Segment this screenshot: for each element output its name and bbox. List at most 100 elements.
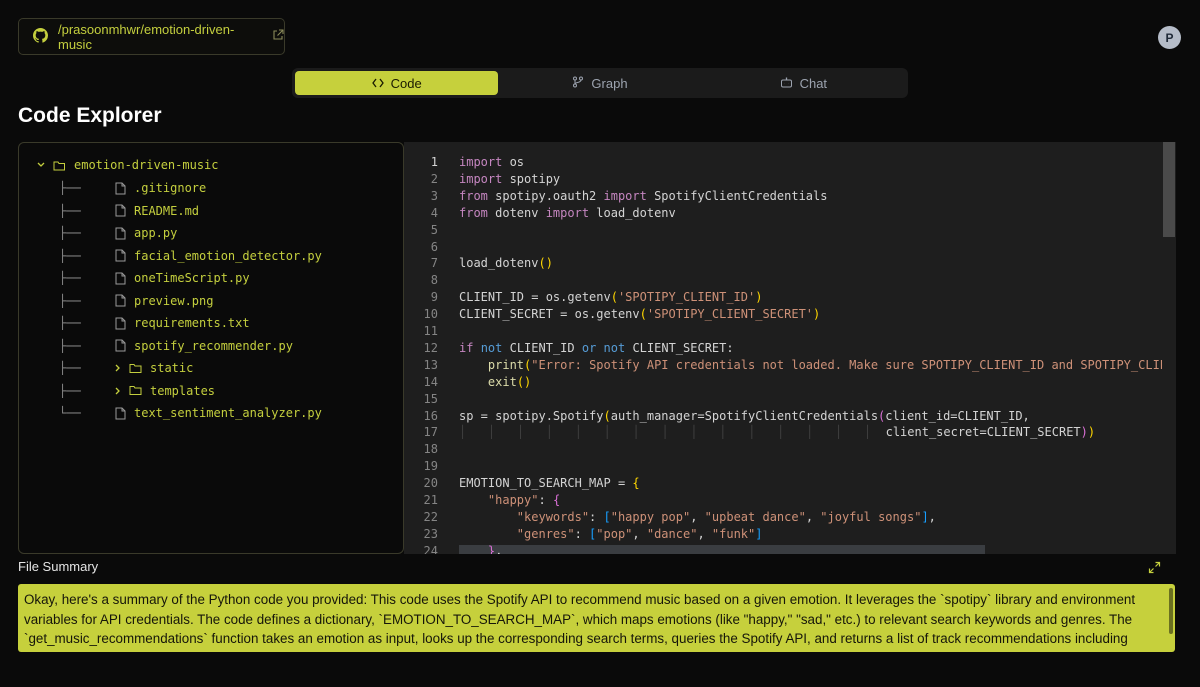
code-line: 21 "happy": { bbox=[404, 492, 1176, 509]
code-icon bbox=[371, 76, 384, 91]
tree-file-item[interactable]: └── text_sentiment_analyzer.py bbox=[59, 403, 322, 423]
code-line: 1 import os bbox=[404, 154, 1176, 171]
code-line: 4 from dotenv import load_dotenv bbox=[404, 205, 1176, 222]
tree-item-label: static bbox=[150, 361, 194, 375]
line-number: 16 bbox=[423, 408, 438, 423]
code-line: 9 CLIENT_ID = os.getenv('SPOTIPY_CLIENT_I… bbox=[404, 289, 1176, 306]
code-line: 11 bbox=[404, 323, 1176, 340]
code-line: 16 sp = spotipy.Spotify(auth_manager=Spot… bbox=[404, 408, 1176, 425]
code-text: CLIENT_ID = os.getenv('SPOTIPY_CLIENT_ID… bbox=[459, 290, 763, 305]
expand-icon[interactable] bbox=[1148, 561, 1161, 579]
tree-branch-glyph: ├── bbox=[59, 316, 81, 330]
repo-link[interactable]: /prasoonmhwr/emotion-driven-music bbox=[18, 18, 285, 55]
line-number: 14 bbox=[423, 374, 438, 389]
code-line: 23 "genres": ["pop", "dance", "funk"] bbox=[404, 526, 1176, 543]
code-line: 6 bbox=[404, 239, 1176, 256]
code-text: from dotenv import load_dotenv bbox=[459, 205, 676, 220]
tree-file-item[interactable]: ├── README.md bbox=[59, 201, 199, 221]
line-number: 22 bbox=[423, 509, 438, 524]
code-text: CLIENT_SECRET = os.getenv('SPOTIPY_CLIEN… bbox=[459, 307, 821, 322]
line-number: 21 bbox=[423, 493, 438, 507]
line-number: 7 bbox=[430, 256, 438, 271]
line-number: 15 bbox=[423, 391, 438, 406]
code-text: "keywords": ["happy pop", "upbeat dance"… bbox=[516, 509, 936, 524]
graph-icon bbox=[572, 76, 584, 91]
avatar[interactable]: P bbox=[1158, 26, 1181, 49]
github-icon bbox=[33, 27, 49, 46]
external-link-icon bbox=[272, 29, 284, 44]
tree-file-item[interactable]: ├── requirements.txt bbox=[59, 313, 250, 333]
tree-file-item[interactable]: ├── .gitignore bbox=[59, 178, 206, 198]
code-line: 12 if not CLIENT_ID or not CLIENT_SECRET: bbox=[404, 340, 1176, 357]
tree-file-item[interactable]: ├── spotify_recommender.py bbox=[59, 336, 293, 356]
code-text: import spotipy bbox=[459, 171, 561, 186]
summary-label: File Summary bbox=[18, 559, 99, 574]
tree-item-label: oneTimeScript.py bbox=[134, 271, 250, 285]
code-text: print("Error: Spotify API credentials no… bbox=[487, 357, 1176, 372]
tree-branch-glyph: ├── bbox=[59, 361, 81, 375]
tree-file-item[interactable]: ├── oneTimeScript.py bbox=[59, 268, 250, 288]
folder-open-icon bbox=[53, 160, 66, 171]
tree-item-label: README.md bbox=[134, 203, 200, 218]
tab-code[interactable]: Code bbox=[295, 71, 499, 95]
code-text: "happy": { bbox=[487, 493, 561, 507]
tree-item-label: preview.png bbox=[134, 293, 214, 308]
code-line: 22 "keywords": ["happy pop", "upbeat dan… bbox=[404, 509, 1176, 526]
file-icon bbox=[115, 227, 126, 240]
line-number: 9 bbox=[430, 290, 438, 305]
code-line: 2 import spotipy bbox=[404, 171, 1176, 188]
line-number: 3 bbox=[430, 188, 438, 203]
tree-file-item[interactable]: ├── facial_emotion_detector.py bbox=[59, 246, 322, 266]
folder-icon bbox=[129, 363, 142, 374]
tree-root-folder[interactable]: emotion-driven-music bbox=[37, 155, 219, 175]
line-number: 8 bbox=[430, 273, 438, 288]
tree-folder-item[interactable]: ├── templates bbox=[59, 381, 215, 401]
line-number: 2 bbox=[430, 171, 438, 186]
tree-item-label: text_sentiment_analyzer.py bbox=[134, 406, 322, 420]
code-text: import os bbox=[459, 155, 525, 169]
tab-chat[interactable]: Chat bbox=[702, 71, 905, 95]
code-line: 3 from spotipy.oauth2 import SpotifyClien… bbox=[404, 188, 1176, 205]
file-icon bbox=[115, 204, 126, 217]
tree-folder-item[interactable]: ├── static bbox=[59, 358, 193, 378]
code-line: 18 bbox=[404, 441, 1176, 458]
page-title: Code Explorer bbox=[18, 104, 162, 127]
code-line: 14 exit() bbox=[404, 374, 1176, 391]
tree-branch-glyph: ├── bbox=[59, 383, 81, 398]
tree-item-label: requirements.txt bbox=[134, 316, 250, 330]
tree-file-item[interactable]: ├── preview.png bbox=[59, 291, 213, 311]
file-icon bbox=[115, 317, 126, 330]
code-line: 8 bbox=[404, 272, 1176, 289]
tab-graph-label: Graph bbox=[591, 75, 628, 91]
tree-item-label: app.py bbox=[134, 226, 178, 240]
tree-root-label: emotion-driven-music bbox=[74, 158, 219, 172]
tab-chat-label: Chat bbox=[799, 75, 828, 91]
code-line: 17 │ │ │ │ │ │ │ │ │ │ │ │ │ │ │ client_s… bbox=[404, 424, 1176, 441]
tree-branch-glyph: ├── bbox=[59, 293, 81, 308]
tree-file-item[interactable]: ├── app.py bbox=[59, 223, 177, 243]
line-number: 17 bbox=[423, 425, 438, 440]
tab-graph[interactable]: Graph bbox=[498, 71, 701, 95]
summary-text: Okay, here's a summary of the Python cod… bbox=[18, 584, 1175, 652]
summary-scrollbar[interactable] bbox=[1169, 588, 1173, 634]
code-line: 19 bbox=[404, 458, 1176, 475]
code-line: 5 bbox=[404, 222, 1176, 239]
tree-branch-glyph: ├── bbox=[59, 338, 81, 353]
code-text: if not CLIENT_ID or not CLIENT_SECRET: bbox=[459, 340, 734, 355]
chevron-right-icon bbox=[115, 364, 121, 372]
file-icon bbox=[115, 294, 126, 307]
chevron-right-icon bbox=[115, 387, 121, 395]
file-icon bbox=[115, 339, 126, 352]
line-number: 18 bbox=[423, 442, 438, 457]
tree-item-label: .gitignore bbox=[134, 181, 207, 195]
code-text: │ │ │ │ │ │ │ │ │ │ │ │ │ │ │ client_sec… bbox=[459, 425, 1096, 440]
file-icon bbox=[115, 407, 126, 420]
line-number: 4 bbox=[430, 205, 438, 220]
code-line: 20 EMOTION_TO_SEARCH_MAP = { bbox=[404, 475, 1176, 492]
tree-item-label: spotify_recommender.py bbox=[134, 338, 293, 353]
code-editor[interactable]: 1 import os 2 import spotipy 3 from spotipy.o… bbox=[404, 142, 1176, 554]
tree-item-label: facial_emotion_detector.py bbox=[134, 248, 322, 263]
chat-icon bbox=[780, 76, 793, 91]
view-tabs: Code Graph Chat bbox=[292, 68, 908, 98]
editor-scrollbar-thumb[interactable] bbox=[1163, 142, 1175, 237]
